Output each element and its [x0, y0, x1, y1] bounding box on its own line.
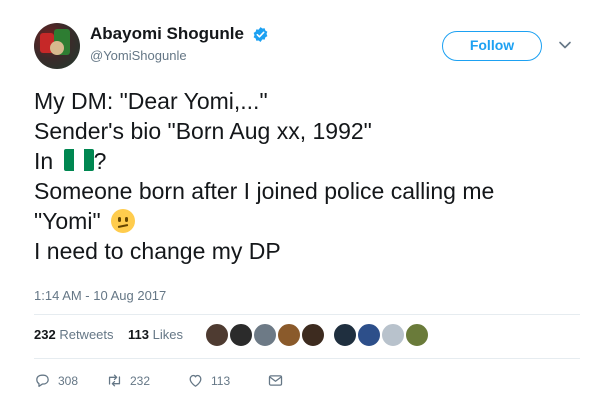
liker-avatar[interactable]	[405, 323, 429, 347]
heart-icon	[189, 374, 202, 387]
likes-label: Likes	[152, 327, 183, 342]
like-count: 113	[211, 373, 231, 388]
retweet-button[interactable]: 232	[106, 372, 150, 389]
retweets-label: Retweets	[59, 327, 114, 342]
retweet-icon	[108, 374, 121, 387]
tweet-line: Someone born after I joined police calli…	[34, 178, 495, 204]
tweet-line: In ?	[34, 146, 582, 176]
like-button[interactable]: 113	[187, 372, 230, 389]
tweet-line-text: "Yomi"	[34, 208, 101, 234]
likes-stat[interactable]: 113 Likes	[128, 327, 183, 342]
confused-face-icon	[111, 209, 136, 233]
liker-avatar[interactable]	[301, 323, 325, 347]
liker-avatar[interactable]	[333, 323, 357, 347]
tweet-line: "Yomi"	[34, 206, 582, 236]
liker-avatar[interactable]	[229, 323, 253, 347]
tweet-timestamp[interactable]: 1:14 AM - 10 Aug 2017	[34, 288, 166, 303]
retweet-count: 232	[130, 373, 151, 388]
tweet-line: I need to change my DP	[34, 238, 281, 264]
retweets-count: 232	[34, 327, 56, 342]
tweet-line: Sender's bio "Born Aug xx, 1992"	[34, 118, 372, 144]
tweet-actions: 308 232 113	[34, 372, 334, 392]
tweet-text: My DM: "Dear Yomi,..." Sender's bio "Bor…	[34, 86, 582, 266]
chevron-down-icon[interactable]	[558, 38, 572, 52]
envelope-icon	[268, 375, 283, 386]
liker-avatar[interactable]	[205, 323, 229, 347]
reply-button[interactable]: 308	[34, 372, 78, 389]
likes-count: 113	[127, 327, 149, 342]
tweet-line-text: ?	[93, 148, 107, 174]
retweets-stat[interactable]: 232 Retweets	[34, 327, 114, 342]
reply-icon	[36, 374, 49, 387]
author-handle[interactable]: @YomiShogunle	[90, 48, 187, 63]
avatar[interactable]	[34, 23, 80, 69]
follow-button[interactable]: Follow	[442, 31, 542, 61]
liker-avatar[interactable]	[277, 323, 301, 347]
reply-count: 308	[58, 373, 79, 388]
verified-badge-icon	[253, 27, 268, 42]
engagement-stats: 232 Retweets 113 Likes	[34, 327, 183, 342]
direct-message-button[interactable]	[267, 372, 291, 389]
divider	[34, 358, 580, 359]
avatar-shape	[50, 41, 64, 55]
liker-avatar[interactable]	[381, 323, 405, 347]
divider	[34, 314, 580, 315]
author-name[interactable]: Abayomi Shogunle	[90, 24, 244, 44]
liker-avatar[interactable]	[357, 323, 381, 347]
tweet-line-text: In	[34, 148, 54, 174]
tweet-line: My DM: "Dear Yomi,..."	[34, 88, 268, 114]
liker-avatar[interactable]	[253, 323, 277, 347]
nigeria-flag-icon	[63, 149, 94, 171]
